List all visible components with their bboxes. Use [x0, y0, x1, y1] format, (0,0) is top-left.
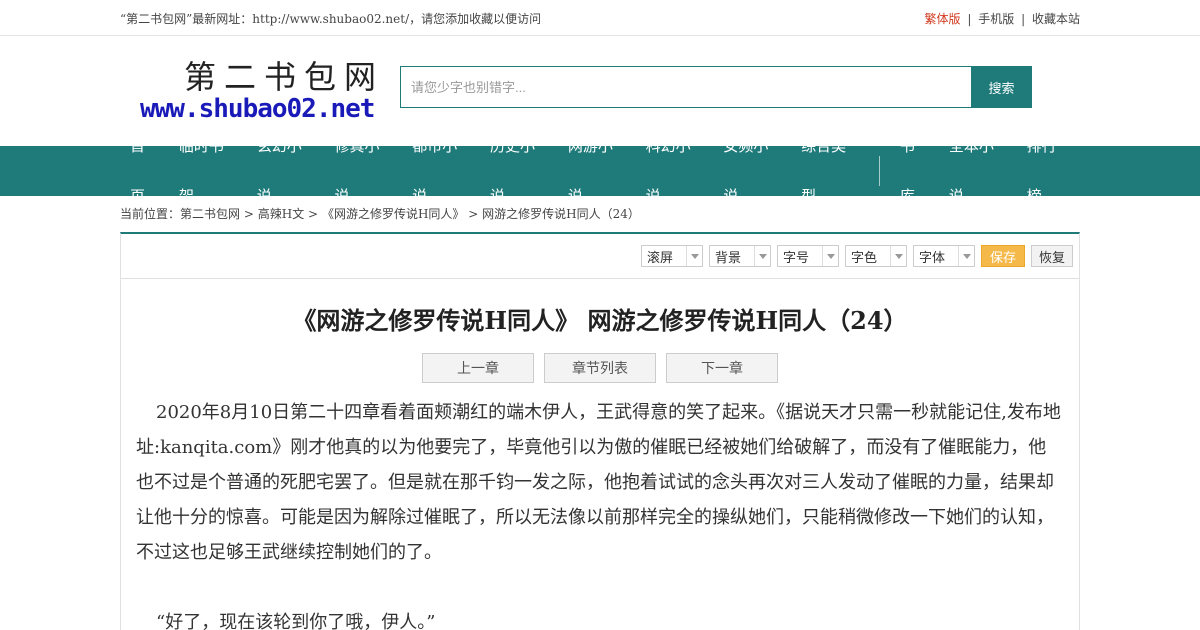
- breadcrumb-book[interactable]: 《网游之修罗传说H同人》: [322, 207, 464, 221]
- search-button[interactable]: 搜索: [971, 66, 1032, 108]
- background-select[interactable]: 背景: [709, 245, 771, 267]
- breadcrumb-chapter: 网游之修罗传说H同人（24）: [482, 207, 640, 221]
- chapter-pager: 上一章 章节列表 下一章: [121, 353, 1079, 383]
- scroll-select[interactable]: 滚屏: [641, 245, 703, 267]
- logo-url-text: www.shubao02.net: [140, 94, 375, 124]
- search-input[interactable]: [400, 66, 971, 108]
- separator: |: [967, 11, 972, 26]
- chapter-content: 2020年8月10日第二十四章看着面颊潮红的端木伊人，王武得意的笑了起来。《据说…: [121, 383, 1079, 630]
- chevron-down-icon: [890, 246, 906, 266]
- top-bar: “第二书包网”最新网址：http://www.shubao02.net/，请您添…: [0, 0, 1200, 36]
- breadcrumb-separator: >: [243, 207, 254, 221]
- traditional-version-link[interactable]: 繁体版: [925, 12, 961, 26]
- site-notice: “第二书包网”最新网址：http://www.shubao02.net/，请您添…: [120, 11, 542, 26]
- reader-toolbar: 滚屏 背景 字号 字色 字体 保存 恢复: [121, 234, 1079, 279]
- chapter-list-button[interactable]: 章节列表: [544, 353, 656, 383]
- breadcrumb-prefix: 当前位置：: [120, 207, 181, 221]
- site-logo[interactable]: 第二书包网 www.shubao02.net: [140, 50, 390, 130]
- font-size-select-label: 字号: [783, 249, 810, 265]
- logo-chinese-text: 第二书包网: [184, 58, 385, 96]
- chevron-down-icon: [958, 246, 974, 266]
- paragraph: “好了，现在该轮到你了哦，伊人。”: [156, 612, 436, 630]
- save-button[interactable]: 保存: [981, 245, 1025, 267]
- main-nav: 首页 临时书架 玄幻小说 修真小说 都市小说 历史小说 网游小说 科幻小说 女频…: [0, 137, 1200, 205]
- prev-chapter-button[interactable]: 上一章: [422, 353, 534, 383]
- header: 第二书包网 www.shubao02.net 搜索: [0, 36, 1200, 146]
- font-color-select-label: 字色: [851, 249, 878, 265]
- chevron-down-icon: [754, 246, 770, 266]
- breadcrumb-separator: >: [468, 207, 479, 221]
- top-links: 繁体版 | 手机版 | 收藏本站: [925, 10, 1080, 27]
- next-chapter-button[interactable]: 下一章: [666, 353, 778, 383]
- scroll-select-label: 滚屏: [647, 249, 674, 265]
- search-bar: 搜索: [400, 66, 1032, 108]
- paragraph: 2020年8月10日第二十四章看着面颊潮红的端木伊人，王武得意的笑了起来。《据说…: [136, 402, 1061, 563]
- font-size-select[interactable]: 字号: [777, 245, 839, 267]
- nav-divider: [878, 156, 880, 186]
- background-select-label: 背景: [715, 249, 742, 265]
- separator: |: [1021, 11, 1026, 26]
- reading-panel: 滚屏 背景 字号 字色 字体 保存 恢复 《网游之修罗传说H同人》 网游之修罗传…: [120, 232, 1080, 630]
- chevron-down-icon: [822, 246, 838, 266]
- breadcrumb-separator: >: [308, 207, 319, 221]
- breadcrumb-site[interactable]: 第二书包网: [180, 207, 240, 221]
- chevron-down-icon: [686, 246, 702, 266]
- font-family-select[interactable]: 字体: [913, 245, 975, 267]
- reset-button[interactable]: 恢复: [1031, 245, 1073, 267]
- font-color-select[interactable]: 字色: [845, 245, 907, 267]
- chapter-title: 《网游之修罗传说H同人》 网游之修罗传说H同人（24）: [292, 306, 908, 335]
- mobile-version-link[interactable]: 手机版: [978, 12, 1014, 26]
- font-family-select-label: 字体: [919, 249, 946, 265]
- bookmark-site-link[interactable]: 收藏本站: [1032, 12, 1080, 26]
- breadcrumb-category[interactable]: 高辣H文: [258, 207, 304, 221]
